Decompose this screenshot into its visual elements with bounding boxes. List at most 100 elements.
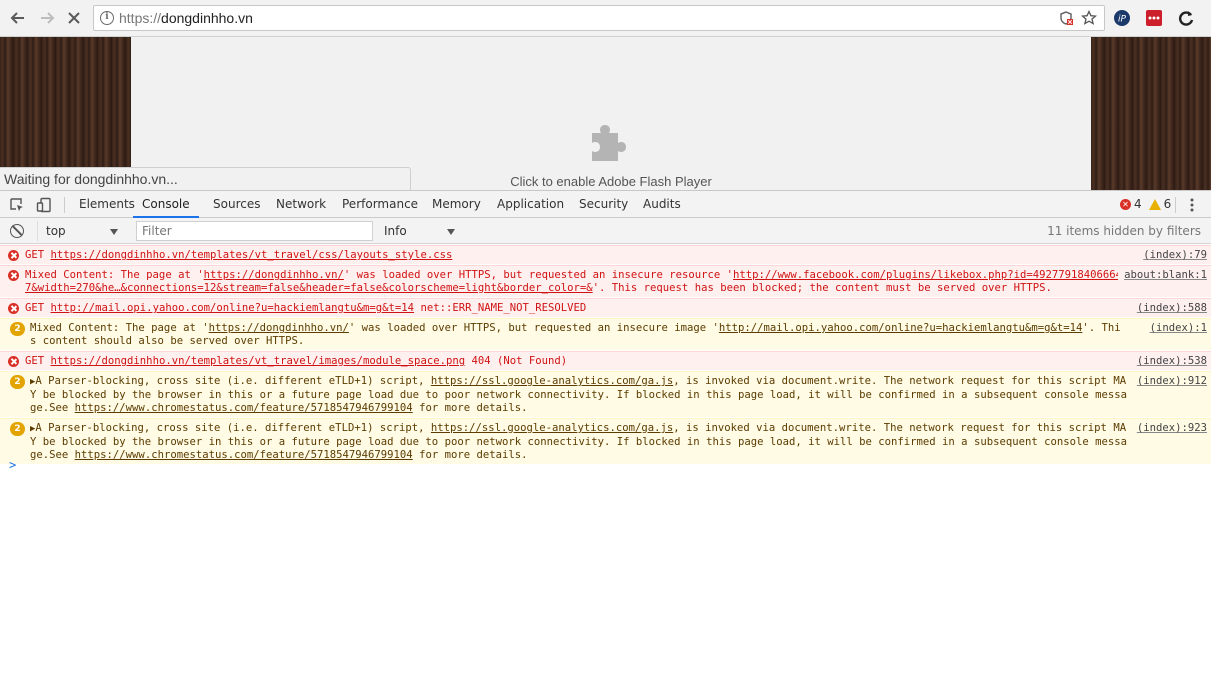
tab-sources[interactable]: Sources: [213, 191, 260, 218]
console-warning-message[interactable]: 2 Mixed Content: The page at 'https://don…: [0, 318, 1211, 351]
url-host: dongdinhho.vn: [161, 10, 253, 26]
bookmark-star-icon[interactable]: [1081, 10, 1097, 26]
console-error-message[interactable]: GET https://dongdinhho.vn/templates/vt_t…: [0, 245, 1211, 265]
page-viewport: Click to enable Adobe Flash Player Waiti…: [0, 37, 1211, 190]
context-value: top: [46, 224, 66, 238]
message-link[interactable]: https://ssl.google-analytics.com/ga.js: [431, 375, 673, 387]
message-text-part: GET: [25, 355, 51, 367]
message-text-part: for more details.: [412, 449, 528, 461]
stop-icon[interactable]: [64, 8, 84, 28]
refresh-extension-icon[interactable]: [1177, 9, 1195, 27]
console-toolbar: top Info 11 items hidden by filters: [0, 218, 1211, 244]
context-select[interactable]: top: [37, 221, 127, 241]
error-count: 4: [1134, 197, 1142, 211]
clear-console-icon[interactable]: [10, 224, 24, 238]
browser-toolbar: i https://dongdinhho.vn iP: [0, 0, 1211, 37]
message-text-part: ' was loaded over HTTPS, but requested a…: [343, 269, 733, 281]
message-text-part: GET: [25, 249, 51, 261]
error-icon: [8, 270, 19, 281]
message-link[interactable]: https://dongdinhho.vn/: [209, 322, 349, 334]
error-icon: [8, 250, 19, 261]
tab-performance[interactable]: Performance: [342, 191, 418, 218]
console-error-message[interactable]: GET http://mail.opi.yahoo.com/online?u=h…: [0, 298, 1211, 318]
message-link[interactable]: https://dongdinhho.vn/templates/vt_trave…: [51, 249, 453, 261]
message-text: GET https://dongdinhho.vn/templates/vt_t…: [25, 355, 1127, 368]
chevron-down-icon: [110, 229, 118, 235]
chevron-down-icon: [447, 229, 455, 235]
message-link[interactable]: https://www.chromestatus.com/feature/571…: [75, 449, 413, 461]
wood-background-right: [1091, 37, 1211, 190]
message-text-part: '. This request has been blocked; the co…: [592, 282, 1052, 294]
message-text-part: A Parser-blocking, cross site (i.e. diff…: [35, 422, 431, 434]
forward-arrow-icon[interactable]: [37, 8, 57, 28]
blocked-content-icon[interactable]: [1058, 10, 1074, 26]
back-arrow-icon[interactable]: [8, 8, 28, 28]
tab-memory[interactable]: Memory: [432, 191, 481, 218]
message-text: Mixed Content: The page at 'https://dong…: [25, 269, 1127, 295]
issue-counts[interactable]: ✕ 4 6: [1120, 197, 1171, 211]
error-icon: [8, 303, 19, 314]
message-text-part: GET: [25, 302, 51, 314]
message-text: ▶A Parser-blocking, cross site (i.e. dif…: [30, 375, 1127, 415]
tab-security[interactable]: Security: [579, 191, 628, 218]
message-text-part: for more details.: [412, 402, 528, 414]
message-source-link[interactable]: about:blank:1: [1118, 269, 1207, 282]
warning-count: 6: [1163, 197, 1172, 211]
message-link[interactable]: http://mail.opi.yahoo.com/online?u=hacki…: [51, 302, 415, 314]
tab-audits[interactable]: Audits: [643, 191, 681, 218]
filter-input[interactable]: [136, 221, 373, 241]
message-text-part: net::ERR_NAME_NOT_RESOLVED: [414, 302, 587, 314]
toolbar-divider: [1175, 197, 1176, 213]
message-source-link[interactable]: (index):1: [1143, 322, 1207, 335]
console-messages: GET https://dongdinhho.vn/templates/vt_t…: [0, 245, 1211, 465]
tab-elements[interactable]: Elements: [79, 191, 135, 218]
log-level-select[interactable]: Info: [376, 221, 461, 241]
url-text[interactable]: https://dongdinhho.vn: [119, 10, 253, 26]
hidden-items-count: 11 items hidden by filters: [1047, 224, 1201, 238]
tab-application[interactable]: Application: [497, 191, 564, 218]
message-text: Mixed Content: The page at 'https://dong…: [30, 322, 1127, 348]
inspect-element-icon[interactable]: [8, 196, 26, 214]
message-text-part: Mixed Content: The page at ': [25, 269, 204, 281]
error-count-icon: ✕: [1120, 198, 1131, 210]
address-bar[interactable]: i https://dongdinhho.vn: [93, 5, 1105, 31]
plugin-puzzle-icon: [592, 125, 626, 161]
console-warning-message[interactable]: 2 ▶A Parser-blocking, cross site (i.e. di…: [0, 418, 1211, 465]
repeat-count-badge: 2: [10, 375, 25, 389]
message-link[interactable]: https://www.chromestatus.com/feature/571…: [75, 402, 413, 414]
message-source-link[interactable]: (index):923: [1130, 422, 1207, 435]
message-source-link[interactable]: (index):538: [1130, 355, 1207, 368]
message-text-part: ' was loaded over HTTPS, but requested a…: [348, 322, 719, 334]
message-link[interactable]: https://dongdinhho.vn/templates/vt_trave…: [51, 355, 466, 367]
message-link[interactable]: http://mail.opi.yahoo.com/online?u=hacki…: [719, 322, 1083, 334]
error-icon: [8, 356, 19, 367]
console-prompt[interactable]: >: [9, 458, 16, 472]
repeat-count-badge: 2: [10, 422, 25, 436]
console-warning-message[interactable]: 2 ▶A Parser-blocking, cross site (i.e. di…: [0, 371, 1211, 418]
repeat-count-badge: 2: [10, 322, 25, 336]
tab-console[interactable]: Console: [133, 191, 199, 218]
more-options-icon[interactable]: [1184, 196, 1200, 214]
device-toolbar-icon[interactable]: [35, 196, 53, 214]
message-text: GET https://dongdinhho.vn/templates/vt_t…: [25, 249, 1127, 262]
tab-network[interactable]: Network: [276, 191, 326, 218]
loading-status-bubble: Waiting for dongdinhho.vn...: [0, 167, 411, 190]
toolbar-divider: [64, 197, 65, 213]
log-level-value: Info: [384, 224, 407, 238]
message-text-part: Mixed Content: The page at ': [30, 322, 209, 334]
svg-text:iP: iP: [1118, 15, 1127, 25]
console-error-message[interactable]: GET https://dongdinhho.vn/templates/vt_t…: [0, 351, 1211, 371]
message-link[interactable]: https://dongdinhho.vn/: [204, 269, 344, 281]
info-icon[interactable]: i: [100, 11, 114, 25]
message-source-link[interactable]: (index):912: [1130, 375, 1207, 388]
console-error-message[interactable]: Mixed Content: The page at 'https://dong…: [0, 265, 1211, 298]
message-text: GET http://mail.opi.yahoo.com/online?u=h…: [25, 302, 1127, 315]
ipvanish-icon[interactable]: iP: [1113, 9, 1131, 27]
message-link[interactable]: https://ssl.google-analytics.com/ga.js: [431, 422, 673, 434]
message-text-part: A Parser-blocking, cross site (i.e. diff…: [35, 375, 431, 387]
message-text: ▶A Parser-blocking, cross site (i.e. dif…: [30, 422, 1127, 462]
lastpass-icon[interactable]: [1145, 9, 1163, 27]
message-source-link[interactable]: (index):79: [1137, 249, 1207, 262]
url-scheme: https://: [119, 10, 162, 26]
message-source-link[interactable]: (index):588: [1130, 302, 1207, 315]
